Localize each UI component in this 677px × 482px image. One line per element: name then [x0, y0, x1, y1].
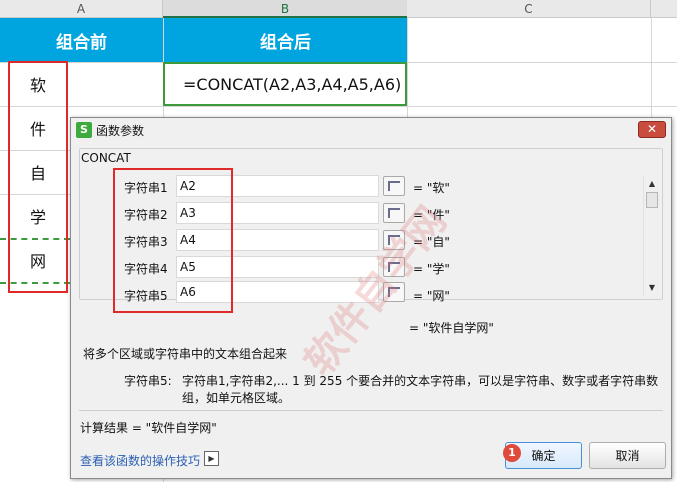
arguments-scrollbar[interactable]: ▲ ▼ [643, 176, 659, 296]
grid-line [407, 18, 408, 118]
dialog-titlebar[interactable]: S 函数参数 ✕ [71, 118, 671, 142]
function-tips-link[interactable]: 查看该函数的操作技巧 [80, 452, 200, 469]
scroll-up-arrow-icon[interactable]: ▲ [644, 178, 660, 190]
function-arguments-dialog: S 函数参数 ✕ CONCAT 字符串1 A2 = "软" 字符串2 A3 = … [70, 117, 672, 479]
grid-line [0, 106, 677, 107]
step-badge: 1 [503, 444, 521, 462]
param-help-label: 字符串5: [124, 374, 172, 388]
function-name-label: CONCAT [81, 151, 131, 165]
cell-a1-header[interactable]: 组合前 [0, 18, 163, 62]
param-help-text-line2: 组，如单元格区域。 [182, 391, 291, 405]
arg-result-1: = "软" [413, 181, 450, 195]
grid-line [651, 18, 652, 118]
calc-result: 计算结果 = "软件自学网" [80, 421, 217, 435]
cancel-button[interactable]: 取消 [589, 442, 666, 469]
scroll-down-arrow-icon[interactable]: ▼ [644, 282, 660, 294]
highlight-box-source-cells [8, 61, 68, 293]
scroll-thumb[interactable] [646, 192, 658, 208]
range-select-button-1[interactable] [383, 176, 405, 196]
column-header-b[interactable]: B [163, 0, 407, 18]
column-header-a[interactable]: A [0, 0, 163, 18]
dialog-title: 函数参数 [96, 124, 145, 138]
column-header-c[interactable]: C [407, 0, 651, 18]
column-header-d[interactable] [651, 0, 677, 18]
video-play-icon[interactable]: ▶ [204, 451, 219, 466]
select-range-icon [388, 181, 400, 191]
close-button[interactable]: ✕ [638, 121, 666, 138]
select-range-icon [388, 208, 400, 218]
app-logo-icon: S [76, 122, 92, 138]
highlight-box-arguments [113, 168, 233, 313]
function-description: 将多个区域或字符串中的文本组合起来 [83, 347, 288, 361]
cell-b2-formula[interactable]: =CONCAT(A2,A3,A4,A5,A6) [163, 62, 407, 106]
cell-b1-header[interactable]: 组合后 [164, 18, 407, 62]
